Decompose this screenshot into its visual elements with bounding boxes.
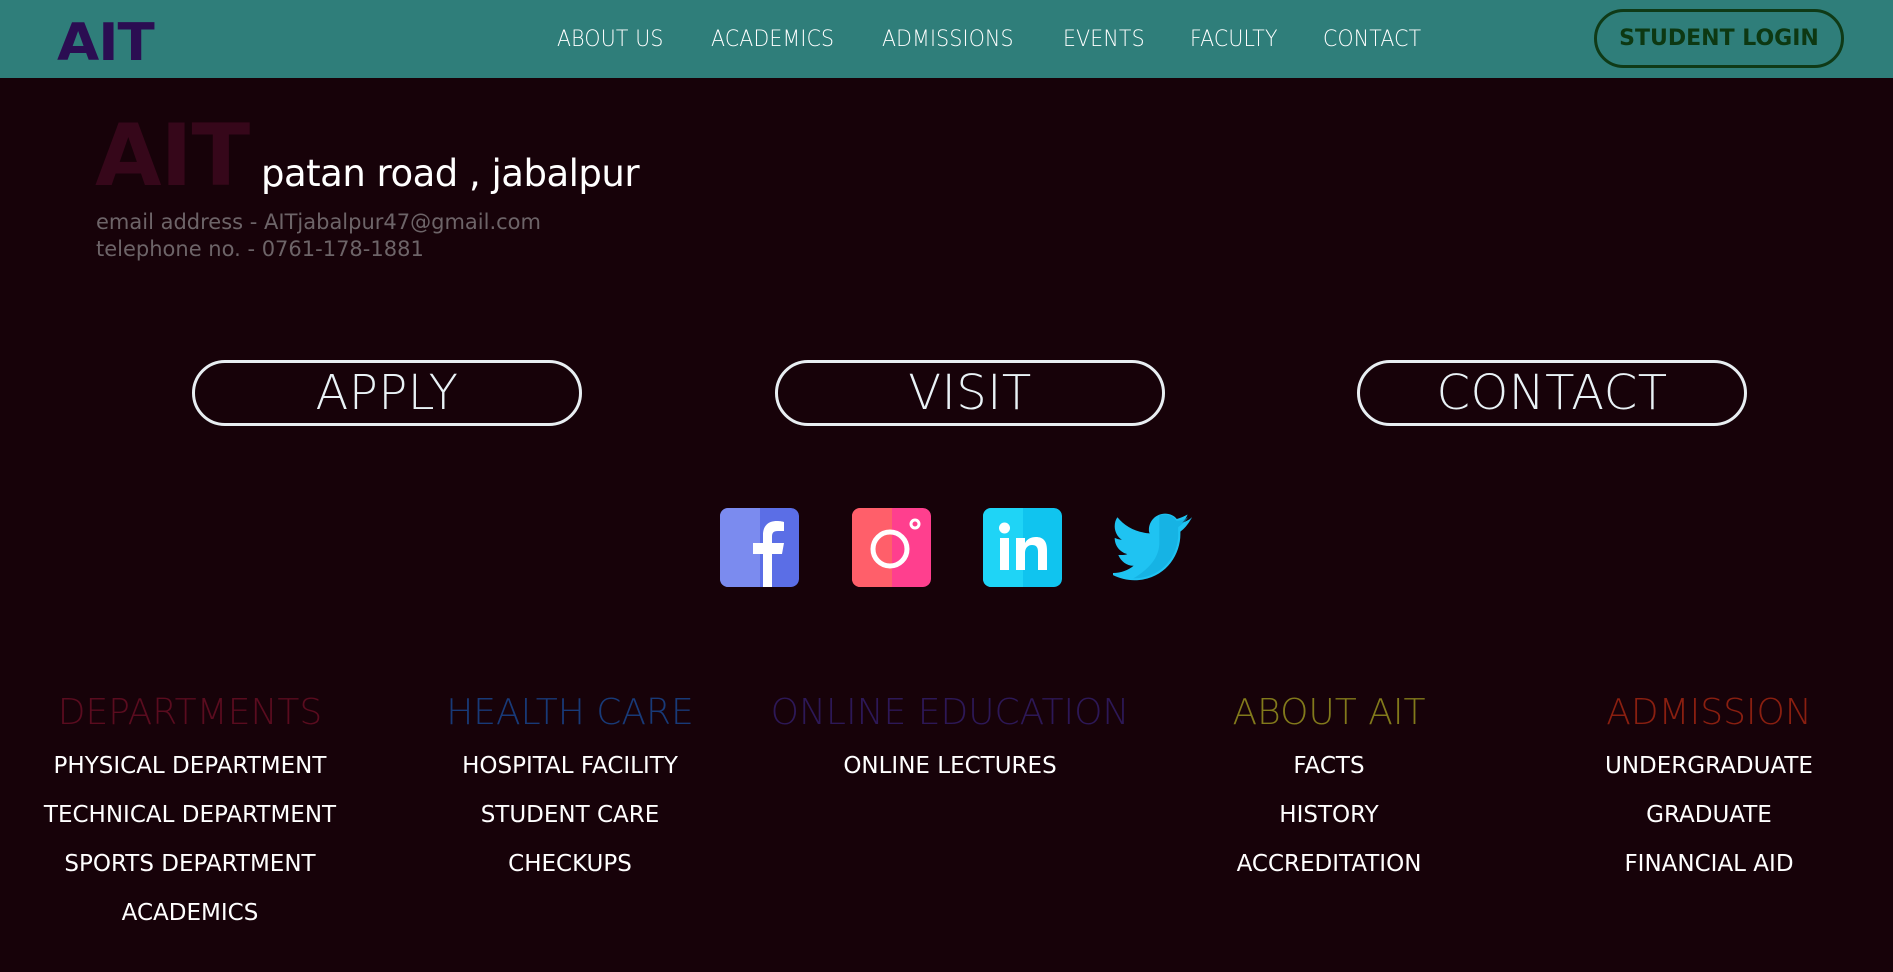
footer-title-online-education: ONLINE EDUCATION	[770, 692, 1130, 733]
footer-link[interactable]: SPORTS DEPARTMENT	[0, 840, 380, 889]
footer-link[interactable]: STUDENT CARE	[380, 791, 760, 840]
location-text: patan road , jabalpur	[261, 152, 640, 195]
footer-link[interactable]: ACADEMICS	[0, 889, 380, 938]
navbar: AIT ABOUT US ACADEMICS ADMISSIONS EVENTS…	[0, 0, 1893, 78]
visit-button[interactable]: VISIT	[775, 360, 1165, 426]
footer-column-departments: DEPARTMENTS PHYSICAL DEPARTMENT TECHNICA…	[0, 690, 380, 938]
apply-button[interactable]: APPLY	[192, 360, 582, 426]
footer-link[interactable]: ACCREDITATION	[1139, 840, 1519, 889]
footer-column-admission: ADMISSION UNDERGRADUATE GRADUATE FINANCI…	[1519, 690, 1893, 889]
footer-column-health-care: HEALTH CARE HOSPITAL FACILITY STUDENT CA…	[380, 690, 760, 889]
footer-column-online-education: ONLINE EDUCATION ONLINE LECTURES	[760, 690, 1140, 791]
footer-link[interactable]: GRADUATE	[1519, 791, 1893, 840]
nav-link-admissions[interactable]: ADMISSIONS	[882, 27, 1014, 52]
nav-link-about-us[interactable]: ABOUT US	[557, 27, 664, 52]
footer-link[interactable]: CHECKUPS	[380, 840, 760, 889]
nav-link-academics[interactable]: ACADEMICS	[711, 27, 834, 52]
facebook-icon[interactable]	[720, 508, 799, 587]
nav-link-faculty[interactable]: FACULTY	[1190, 27, 1278, 52]
footer-link[interactable]: TECHNICAL DEPARTMENT	[0, 791, 380, 840]
footer-title-departments: DEPARTMENTS	[57, 692, 323, 733]
contact-button[interactable]: CONTACT	[1357, 360, 1747, 426]
footer-link[interactable]: HOSPITAL FACILITY	[380, 742, 760, 791]
footer-column-about-ait: ABOUT AIT FACTS HISTORY ACCREDITATION	[1139, 690, 1519, 889]
site-logo[interactable]: AIT	[57, 12, 155, 74]
footer-title-about-ait: ABOUT AIT	[1232, 692, 1426, 733]
footer-link[interactable]: UNDERGRADUATE	[1519, 742, 1893, 791]
email-text: email address - AITjabalpur47@gmail.com	[96, 210, 541, 234]
nav-link-events[interactable]: EVENTS	[1063, 27, 1145, 52]
nav-link-contact[interactable]: CONTACT	[1323, 27, 1421, 52]
phone-text: telephone no. - 0761-178-1881	[96, 237, 424, 261]
footer-link[interactable]: ONLINE LECTURES	[760, 742, 1140, 791]
footer-link[interactable]: FINANCIAL AID	[1519, 840, 1893, 889]
footer-title-admission: ADMISSION	[1606, 692, 1812, 733]
footer-title-health-care: HEALTH CARE	[446, 692, 694, 733]
nav-links: ABOUT US ACADEMICS ADMISSIONS EVENTS FAC…	[557, 0, 1468, 78]
student-login-button[interactable]: STUDENT LOGIN	[1594, 9, 1844, 68]
brand-heading: AIT	[95, 106, 250, 206]
linkedin-icon[interactable]	[983, 508, 1062, 587]
instagram-icon[interactable]	[852, 508, 931, 587]
footer-link[interactable]: HISTORY	[1139, 791, 1519, 840]
footer-link[interactable]: FACTS	[1139, 742, 1519, 791]
twitter-icon[interactable]	[1113, 508, 1192, 587]
footer-link[interactable]: PHYSICAL DEPARTMENT	[0, 742, 380, 791]
